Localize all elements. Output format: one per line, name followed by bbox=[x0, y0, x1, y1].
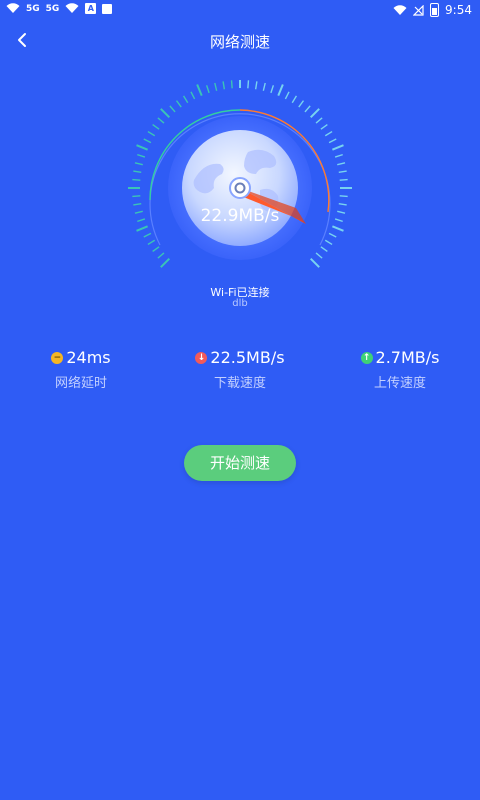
gauge-tick bbox=[337, 162, 346, 166]
network-5g-label-2: 5G bbox=[45, 3, 60, 14]
gauge-tick bbox=[254, 81, 258, 90]
gauge-tick bbox=[143, 232, 152, 238]
latency-icon: − bbox=[51, 351, 64, 364]
upload-icon: ↑ bbox=[360, 351, 373, 364]
header: 网络测速 bbox=[0, 24, 480, 58]
gauge-tick bbox=[136, 144, 148, 151]
start-speed-test-button[interactable]: 开始测速 bbox=[184, 445, 296, 481]
stat-latency-label: 网络延时 bbox=[54, 376, 107, 391]
gauge-tick bbox=[284, 91, 290, 100]
gauge-tick bbox=[152, 246, 160, 253]
gauge-tick bbox=[339, 178, 348, 181]
gauge-tick bbox=[169, 105, 176, 113]
status-left: 5G 5G A bbox=[6, 3, 113, 14]
gauge-tick bbox=[324, 130, 333, 137]
status-bar: 5G 5G A 9:54 bbox=[0, 0, 480, 20]
gauge-tick bbox=[152, 123, 160, 130]
gauge-tick bbox=[277, 84, 284, 96]
gauge-tick bbox=[182, 95, 189, 104]
gauge-tick bbox=[338, 170, 347, 174]
gauge-tick bbox=[247, 80, 250, 89]
wifi-icon-2 bbox=[65, 3, 79, 14]
gauge-tick bbox=[332, 144, 344, 151]
gauge-tick bbox=[328, 138, 337, 144]
gauge-tick bbox=[143, 138, 152, 144]
gauge-tick bbox=[270, 85, 275, 94]
stat-download-value-row: ↓ 22.5MB/s bbox=[170, 348, 310, 367]
stat-upload-value: 2.7MB/s bbox=[375, 348, 440, 367]
gauge-tick bbox=[310, 108, 320, 118]
gauge-tick bbox=[134, 162, 143, 166]
page-title: 网络测速 bbox=[209, 33, 270, 51]
gauge-tick bbox=[320, 123, 328, 130]
stat-latency-value: 24ms bbox=[66, 348, 111, 367]
stat-download: ↓ 22.5MB/s 下载速度 bbox=[170, 348, 310, 391]
gauge-tick bbox=[137, 153, 146, 158]
stat-upload: ↑ 2.7MB/s 上传速度 bbox=[330, 348, 470, 391]
gauge-tick bbox=[304, 105, 311, 113]
network-5g-label: 5G bbox=[26, 3, 40, 14]
gauge-tick bbox=[132, 178, 141, 181]
gauge-tick bbox=[328, 232, 337, 238]
app-notification-icon: A bbox=[85, 3, 97, 14]
gauge-tick bbox=[214, 82, 218, 91]
stat-upload-value-row: ↑ 2.7MB/s bbox=[330, 348, 470, 367]
gauge-tick bbox=[230, 80, 233, 89]
download-icon: ↓ bbox=[195, 351, 208, 364]
gauge-tick bbox=[160, 108, 170, 118]
gauge-tick bbox=[324, 239, 333, 246]
gauge-tick bbox=[196, 84, 203, 96]
stat-download-value: 22.5MB/s bbox=[210, 348, 285, 367]
gauge-tick bbox=[334, 153, 343, 158]
gauge-tick bbox=[222, 81, 226, 90]
gauge-tick bbox=[291, 95, 298, 104]
gauge-tick bbox=[133, 170, 142, 174]
gauge-tick bbox=[338, 202, 347, 206]
gauge-tick bbox=[320, 246, 328, 253]
gauge-tick bbox=[160, 258, 170, 268]
wifi-icon bbox=[6, 3, 20, 14]
gauge-tick bbox=[136, 225, 148, 232]
gauge-tick bbox=[315, 117, 323, 124]
gauge-tick bbox=[262, 82, 266, 91]
speed-gauge bbox=[128, 80, 352, 268]
gauge-hub bbox=[229, 177, 251, 199]
stat-download-label: 下载速度 bbox=[213, 376, 266, 391]
gauge-tick bbox=[310, 258, 320, 268]
gauge-tick bbox=[157, 252, 165, 259]
battery-icon bbox=[430, 3, 440, 17]
status-time: 9:54 bbox=[445, 3, 472, 17]
no-signal-icon bbox=[413, 4, 424, 16]
gauge-tick bbox=[157, 117, 165, 124]
gauge-tick bbox=[133, 202, 142, 206]
gauge-tick bbox=[147, 239, 156, 246]
wifi-signal-icon bbox=[393, 4, 407, 15]
status-right: 9:54 bbox=[393, 3, 472, 17]
stat-latency: − 24ms 网络延时 bbox=[11, 348, 151, 391]
gauge-tick bbox=[190, 91, 196, 100]
gauge-tick bbox=[175, 100, 182, 108]
stat-latency-value-row: − 24ms bbox=[11, 348, 151, 367]
gauge-tick bbox=[315, 252, 323, 259]
wifi-name: dlb bbox=[232, 298, 248, 309]
gauge-tick bbox=[205, 85, 210, 94]
notification-square-icon bbox=[102, 3, 113, 14]
current-speed: 22.9MB/s bbox=[200, 206, 280, 226]
gauge-tick bbox=[339, 195, 348, 198]
stat-upload-label: 上传速度 bbox=[373, 376, 426, 391]
gauge-tick bbox=[332, 225, 344, 232]
gauge-tick bbox=[132, 195, 141, 198]
gauge-tick bbox=[298, 100, 305, 108]
gauge-tick bbox=[147, 130, 156, 137]
